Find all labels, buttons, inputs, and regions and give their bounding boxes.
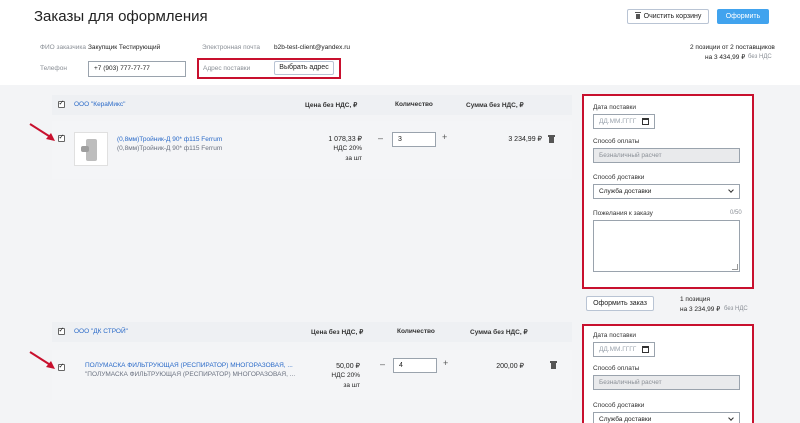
clear-cart-button[interactable]: Очистить корзину [627,9,709,24]
summary-count: 2 позиции от 2 поставщиков [690,44,775,51]
email-label: Электронная почта [202,44,261,51]
line-sum: 200,00 ₽ [496,363,524,370]
order-header-section: Заказы для оформления Очистить корзину О… [0,0,800,85]
minus-icon[interactable]: – [378,133,383,143]
line-sum: 3 234,99 ₽ [508,136,542,143]
summary-total: на 3 434,99 ₽ [705,54,746,61]
email-value: b2b-test-client@yandex.ru [274,44,350,51]
page-title: Заказы для оформления [34,8,208,25]
arrow-annotation-icon [29,123,55,141]
product-name[interactable]: (0,8мм)Тройник-Д 90* ф115 Ferrum [117,136,222,143]
checkout-all-button[interactable]: Оформить [717,9,769,24]
item-checkbox[interactable] [58,133,65,142]
panel-highlight-box-1 [582,94,754,289]
vat-rate: НДС 20% [331,372,360,379]
clear-cart-label: Очистить корзину [643,13,702,20]
price-unit: за шт [345,155,362,162]
panel-highlight-box-2 [582,324,754,423]
order-summary-count: 1 позиция [680,296,710,303]
supplier-header-2: ООО "ДК СТРОЙ" Цена без НДС, ₽ Количеств… [52,322,572,342]
price-column-header: Цена без НДС, ₽ [311,329,364,336]
sum-column-header: Сумма без НДС, ₽ [466,102,524,109]
supplier-header-1: ООО "КераМикс" Цена без НДС, ₽ Количеств… [52,95,572,115]
order-summary-total: на 3 234,99 ₽ [680,306,721,313]
trash-icon[interactable] [548,135,555,143]
trash-icon [634,12,641,19]
price-unit: за шт [343,382,360,389]
qty-column-header: Количество [395,101,433,108]
address-label: Адрес поставки [203,65,251,72]
customer-name-value: Закупщик Тестирующий [88,44,161,51]
trash-icon[interactable] [550,361,557,369]
arrow-annotation-icon [29,351,55,369]
sum-column-header: Сумма без НДС, ₽ [470,329,528,336]
vat-rate: НДС 20% [333,145,362,152]
supplier-name[interactable]: ООО "КераМикс" [74,101,125,108]
product-name-secondary[interactable]: "ПОЛУМАСКА ФИЛЬТРУЮЩАЯ (РЕСПИРАТОР) МНОГ… [85,371,295,378]
phone-label: Телефон [40,65,67,72]
qty-column-header: Количество [397,328,435,335]
item-checkbox[interactable] [58,362,65,371]
select-address-button[interactable]: Выбрать адрес [274,61,334,75]
phone-field[interactable]: +7 (903) 777-77-77 [88,61,186,77]
supplier-checkbox[interactable] [58,326,65,335]
quantity-field[interactable]: 3 [392,132,436,147]
place-order-button[interactable]: Оформить заказ [586,296,654,311]
plus-icon[interactable]: + [443,358,448,368]
price-column-header: Цена без НДС, ₽ [305,102,358,109]
cart-item-row: (0,8мм)Тройник-Д 90* ф115 Ferrum (0,8мм)… [52,121,572,179]
supplier-group-2: ООО "ДК СТРОЙ" Цена без НДС, ₽ Количеств… [0,320,800,423]
product-image [74,132,108,166]
summary-vat-note: без НДС [748,54,772,60]
plus-icon[interactable]: + [442,132,447,142]
quantity-field[interactable]: 4 [393,358,437,373]
supplier-checkbox[interactable] [58,99,65,108]
product-name[interactable]: ПОЛУМАСКА ФИЛЬТРУЮЩАЯ (РЕСПИРАТОР) МНОГО… [85,362,293,369]
supplier-group-1: ООО "КераМикс" Цена без НДС, ₽ Количеств… [0,89,800,319]
cart-item-row: ПОЛУМАСКА ФИЛЬТРУЮЩАЯ (РЕСПИРАТОР) МНОГО… [52,350,572,400]
order-summary-vat: без НДС [724,306,748,312]
minus-icon[interactable]: – [380,359,385,369]
unit-price: 1 078,33 ₽ [328,136,362,143]
product-name-secondary[interactable]: (0,8мм)Тройник-Д 90* ф115 Ferrum [117,145,222,152]
customer-name-label: ФИО заказчика [40,44,86,51]
supplier-name[interactable]: ООО "ДК СТРОЙ" [74,328,128,335]
unit-price: 50,00 ₽ [336,363,360,370]
